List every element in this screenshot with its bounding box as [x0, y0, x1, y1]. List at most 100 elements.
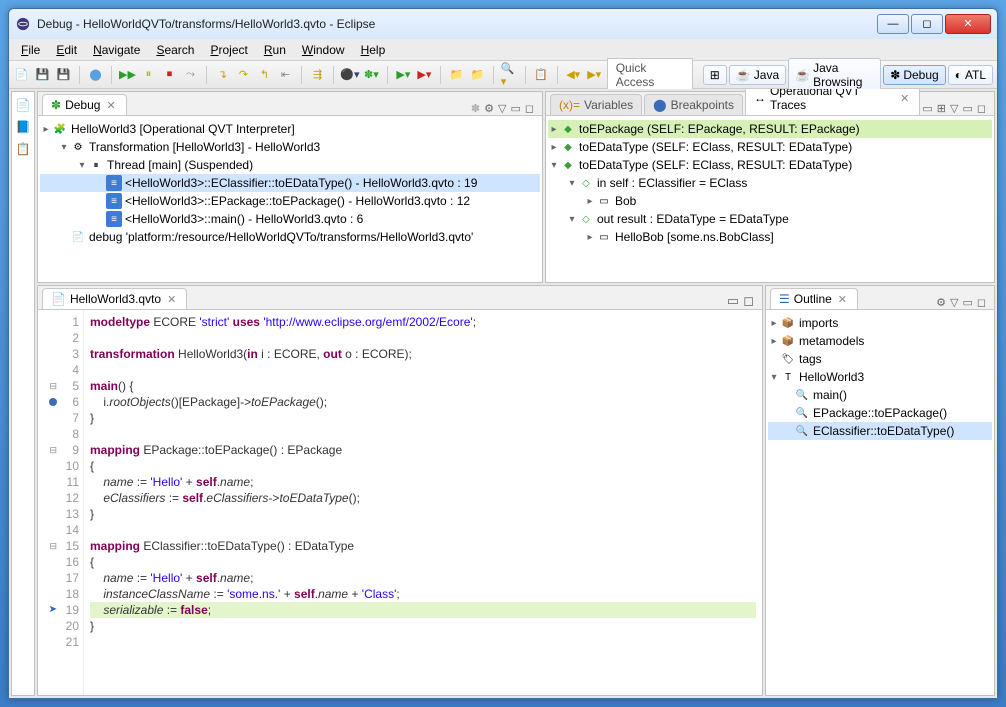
tool-icon[interactable]: ▭ [922, 102, 932, 115]
tree-row[interactable]: ≡<HelloWorld3>::main() - HelloWorld3.qvt… [40, 210, 540, 228]
terminate-icon[interactable]: ⏹ [161, 66, 178, 84]
suspend-icon[interactable]: ⏸ [140, 66, 157, 84]
run-icon[interactable]: ▶▾ [395, 66, 412, 84]
minimized-view-icon[interactable]: 📘 [15, 120, 31, 136]
menu-navigate[interactable]: Navigate [87, 41, 146, 59]
tab-breakpoints[interactable]: ⬤Breakpoints [644, 94, 743, 115]
run-last-icon[interactable]: ▶▾ [416, 66, 433, 84]
maximize-icon[interactable]: ◻ [977, 296, 986, 309]
view-menu-icon[interactable]: ▽ [498, 102, 506, 115]
expand-icon[interactable]: ▾ [548, 160, 560, 171]
tree-row[interactable]: ▸◆toEPackage (SELF: EPackage, RESULT: EP… [548, 120, 992, 138]
minimize-icon[interactable]: ▭ [727, 293, 739, 309]
expand-icon[interactable]: ▸ [40, 124, 52, 135]
minimize-icon[interactable]: ▭ [510, 102, 520, 115]
expand-icon[interactable]: ▸ [584, 196, 596, 207]
tree-row[interactable]: ▾⏸Thread [main] (Suspended) [40, 156, 540, 174]
perspective-java[interactable]: ☕Java [729, 65, 786, 85]
disconnect-icon[interactable]: ⤳ [182, 66, 199, 84]
tree-row[interactable]: ▸◆toEDataType (SELF: EClass, RESULT: EDa… [548, 138, 992, 156]
skip-breakpoints-icon[interactable]: ⬤ [87, 66, 104, 84]
minimize-icon[interactable]: ▭ [962, 296, 972, 309]
perspective-debug[interactable]: ✽Debug [883, 65, 945, 85]
menu-edit[interactable]: Edit [50, 41, 83, 59]
tree-row[interactable]: ▸📦metamodels [768, 332, 992, 350]
breakpoint-icon[interactable] [49, 398, 57, 406]
toggle-icon[interactable]: 📋 [533, 66, 550, 84]
maximize-icon[interactable]: ◻ [525, 102, 534, 115]
debug-config-icon[interactable]: ✽▾ [363, 66, 380, 84]
tab-outline[interactable]: ☰ Outline ✕ [770, 288, 858, 309]
minimize-button[interactable]: — [877, 14, 909, 34]
expand-icon[interactable]: ▾ [58, 142, 70, 153]
tree-row[interactable]: 📄debug 'platform:/resource/HelloWorldQVT… [40, 228, 540, 246]
expand-icon[interactable]: ▾ [76, 160, 88, 171]
save-all-icon[interactable]: 💾 [55, 66, 72, 84]
debug-dropdown-icon[interactable]: ⚫▾ [341, 66, 359, 84]
titlebar[interactable]: Debug - HelloWorldQVTo/transforms/HelloW… [9, 9, 997, 39]
minimized-view-icon[interactable]: 📄 [15, 98, 31, 114]
minimized-view-icon[interactable]: 📋 [15, 142, 31, 158]
tree-row[interactable]: ▾⚙Transformation [HelloWorld3] - HelloWo… [40, 138, 540, 156]
close-button[interactable]: ✕ [945, 14, 991, 34]
quick-access-input[interactable]: Quick Access [607, 58, 693, 92]
drop-to-frame-icon[interactable]: ⇤ [277, 66, 294, 84]
tree-row[interactable]: ≡<HelloWorld3>::EClassifier::toEDataType… [40, 174, 540, 192]
maximize-icon[interactable]: ◻ [977, 102, 986, 115]
fold-icon[interactable]: ⊟ [49, 442, 57, 458]
menu-file[interactable]: File [15, 41, 46, 59]
tree-row[interactable]: ▾◇in self : EClassifier = EClass [548, 174, 992, 192]
tab-debug[interactable]: ✽ Debug ✕ [42, 94, 127, 115]
view-menu-icon[interactable]: ▽ [950, 102, 958, 115]
save-icon[interactable]: 💾 [34, 66, 51, 84]
search-icon[interactable]: 🔍▾ [501, 66, 518, 84]
tree-row[interactable]: ▸▭HelloBob [some.ns.BobClass] [548, 228, 992, 246]
perspective-java-browsing[interactable]: ☕Java Browsing [788, 58, 881, 92]
tree-row[interactable]: ▾THelloWorld3 [768, 368, 992, 386]
fold-icon[interactable]: ⊟ [49, 378, 57, 394]
tree-row[interactable]: 🔍EPackage::toEPackage() [768, 404, 992, 422]
step-into-icon[interactable]: ↴ [214, 66, 231, 84]
minimize-icon[interactable]: ▭ [962, 102, 972, 115]
menu-help[interactable]: Help [355, 41, 392, 59]
step-filters-icon[interactable]: ⇶ [309, 66, 326, 84]
expand-icon[interactable]: ▸ [548, 142, 560, 153]
view-menu-icon[interactable]: ▽ [950, 296, 958, 309]
open-perspective-button[interactable]: ⊞ [703, 65, 727, 85]
maximize-button[interactable]: ◻ [911, 14, 943, 34]
menu-run[interactable]: Run [258, 41, 292, 59]
tool-icon[interactable]: ⚙ [484, 102, 494, 115]
maximize-icon[interactable]: ◻ [743, 293, 754, 309]
new-folder-icon[interactable]: 📁 [469, 66, 486, 84]
tree-row[interactable]: ▾◇out result : EDataType = EDataType [548, 210, 992, 228]
close-icon[interactable]: ✕ [836, 293, 849, 306]
tree-row[interactable]: ▾◆toEDataType (SELF: EClass, RESULT: EDa… [548, 156, 992, 174]
tool-icon[interactable]: ⊞ [937, 102, 946, 115]
tool-icon[interactable]: ⚙ [936, 296, 946, 309]
fold-icon[interactable]: ⊟ [49, 538, 57, 554]
close-icon[interactable]: ✕ [104, 99, 117, 112]
tree-row[interactable]: ▸🧩HelloWorld3 [Operational QVT Interpret… [40, 120, 540, 138]
expand-icon[interactable]: ▸ [768, 336, 780, 347]
tree-row[interactable]: ≡<HelloWorld3>::EPackage::toEPackage() -… [40, 192, 540, 210]
tab-operational-qvt-traces[interactable]: ↔Operational QVT Traces✕ [745, 89, 920, 115]
perspective-atl[interactable]: ◐ATL [948, 65, 993, 85]
resume-icon[interactable]: ▶▶ [119, 66, 136, 84]
editor-tab[interactable]: 📄 HelloWorld3.qvto ✕ [42, 288, 187, 309]
tree-row[interactable]: ▸▭Bob [548, 192, 992, 210]
tree-row[interactable]: 🏷tags [768, 350, 992, 368]
tree-row[interactable]: 🔍EClassifier::toEDataType() [768, 422, 992, 440]
menu-search[interactable]: Search [150, 41, 200, 59]
close-icon[interactable]: ✕ [165, 293, 178, 306]
tree-row[interactable]: 🔍main() [768, 386, 992, 404]
expand-icon[interactable]: ▸ [548, 124, 560, 135]
menu-project[interactable]: Project [204, 41, 253, 59]
code-editor[interactable]: modeltype ECORE 'strict' uses 'http://ww… [84, 310, 762, 695]
fwd-icon[interactable]: ▶▾ [586, 66, 603, 84]
expand-icon[interactable]: ▾ [566, 214, 578, 225]
tab-variables[interactable]: (x)=Variables [550, 94, 642, 115]
new-icon[interactable]: 📄 [13, 66, 30, 84]
expand-icon[interactable]: ▾ [768, 372, 780, 383]
tree-row[interactable]: ▸📦imports [768, 314, 992, 332]
tool-icon[interactable]: ✽ [471, 102, 480, 115]
